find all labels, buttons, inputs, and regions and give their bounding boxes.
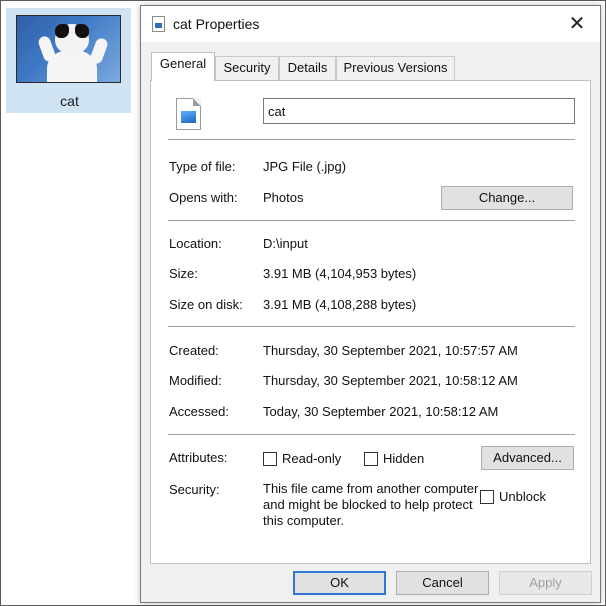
modified-label: Modified: — [169, 373, 222, 388]
unblock-checkbox-box[interactable] — [480, 490, 494, 504]
size-on-disk-label: Size on disk: — [169, 297, 243, 312]
tab-general[interactable]: General — [151, 52, 215, 81]
modified-value: Thursday, 30 September 2021, 10:58:12 AM — [263, 373, 518, 388]
file-image-icon — [152, 16, 165, 32]
general-tab-panel: Type of file: JPG File (.jpg) Opens with… — [150, 80, 591, 564]
size-on-disk-value: 3.91 MB (4,108,288 bytes) — [263, 297, 417, 312]
advanced-button[interactable]: Advanced... — [481, 446, 574, 470]
separator — [168, 220, 575, 221]
location-value: D:\input — [263, 236, 308, 251]
ok-button[interactable]: OK — [293, 571, 386, 595]
location-label: Location: — [169, 236, 222, 251]
size-label: Size: — [169, 266, 198, 281]
readonly-checkbox-box[interactable] — [263, 452, 277, 466]
tab-security[interactable]: Security — [215, 56, 279, 80]
hidden-checkbox-box[interactable] — [364, 452, 378, 466]
created-value: Thursday, 30 September 2021, 10:57:57 AM — [263, 343, 518, 358]
cancel-button[interactable]: Cancel — [396, 571, 489, 595]
accessed-label: Accessed: — [169, 404, 229, 419]
separator — [168, 139, 575, 140]
unblock-checkbox[interactable]: Unblock — [480, 489, 560, 507]
type-of-file-value: JPG File (.jpg) — [263, 159, 347, 174]
hidden-checkbox-label[interactable]: Hidden — [383, 451, 424, 466]
tab-previous-versions[interactable]: Previous Versions — [336, 56, 455, 80]
cat-thumbnail-image — [16, 15, 121, 83]
type-of-file-label: Type of file: — [169, 159, 236, 174]
attributes-label: Attributes: — [169, 450, 228, 465]
change-button[interactable]: Change... — [441, 186, 573, 210]
desktop-file-label: cat — [60, 93, 79, 109]
kitten-body — [47, 50, 97, 82]
separator — [168, 326, 575, 327]
unblock-checkbox-label[interactable]: Unblock — [499, 489, 546, 504]
opens-with-value: Photos — [263, 190, 304, 205]
security-label: Security: — [169, 482, 220, 497]
jpg-file-icon — [176, 98, 201, 130]
kitten-head — [55, 24, 89, 54]
dialog-title: cat Properties — [173, 16, 260, 32]
created-label: Created: — [169, 343, 219, 358]
hidden-checkbox[interactable]: Hidden — [364, 451, 434, 469]
file-name-input[interactable] — [263, 98, 575, 124]
size-value: 3.91 MB (4,104,953 bytes) — [263, 266, 417, 281]
desktop-file-item[interactable]: cat — [6, 8, 131, 113]
accessed-value: Today, 30 September 2021, 10:58:12 AM — [263, 404, 499, 419]
readonly-checkbox[interactable]: Read-only — [263, 451, 355, 469]
opens-with-label: Opens with: — [169, 190, 238, 205]
properties-dialog: cat Properties ✕ General Security Detail… — [140, 5, 601, 603]
separator — [168, 434, 575, 435]
security-message: This file came from another computer and… — [263, 481, 479, 528]
close-icon[interactable]: ✕ — [558, 10, 596, 38]
title-bar[interactable]: cat Properties ✕ — [141, 6, 600, 42]
tab-details[interactable]: Details — [279, 56, 336, 80]
apply-button[interactable]: Apply — [499, 571, 592, 595]
readonly-checkbox-label[interactable]: Read-only — [282, 451, 341, 466]
